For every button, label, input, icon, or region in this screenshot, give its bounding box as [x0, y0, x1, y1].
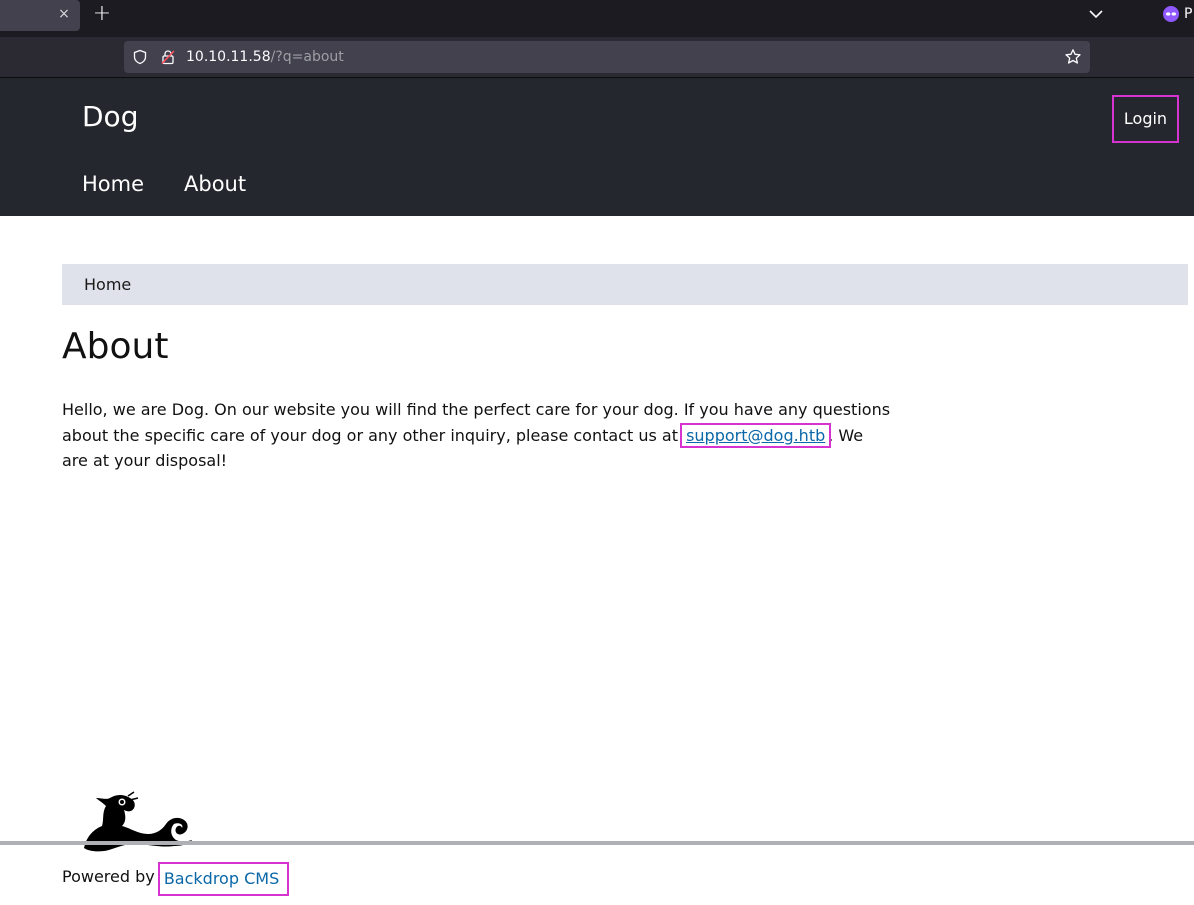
- url-host: 10.10.11.58: [186, 49, 271, 65]
- private-browsing-icon: [1163, 6, 1179, 22]
- site-header: Dog Login Home About: [0, 78, 1194, 216]
- site-name-link[interactable]: Dog: [82, 98, 138, 136]
- shield-icon[interactable]: [132, 49, 148, 65]
- url-text[interactable]: 10.10.11.58/?q=about: [186, 48, 344, 66]
- breadcrumb: Home: [62, 264, 1188, 305]
- backdrop-cms-link[interactable]: Backdrop CMS: [157, 862, 290, 896]
- private-browsing-label: P: [1184, 6, 1193, 22]
- browser-tab-bar: × + P: [0, 0, 1194, 37]
- powered-by: Powered by Backdrop CMS: [62, 862, 290, 896]
- url-path: /?q=about: [270, 49, 344, 65]
- menu-item-home[interactable]: Home: [82, 168, 144, 200]
- about-text: Hello, we are Dog. On our website you wi…: [62, 397, 892, 474]
- browser-tab[interactable]: ×: [0, 0, 80, 31]
- support-email-link[interactable]: support@dog.htb: [680, 422, 832, 448]
- browser-nav-bar: 10.10.11.58/?q=about: [0, 37, 1194, 78]
- close-tab-icon[interactable]: ×: [56, 5, 72, 23]
- main-menu: Home About: [82, 168, 286, 200]
- chevron-down-icon[interactable]: [1086, 4, 1106, 24]
- bookmark-star-icon[interactable]: [1064, 48, 1082, 66]
- breadcrumb-home-link[interactable]: Home: [84, 274, 131, 296]
- url-bar[interactable]: 10.10.11.58/?q=about: [124, 41, 1090, 73]
- powered-by-text: Powered by: [62, 867, 160, 886]
- menu-item-about[interactable]: About: [184, 168, 246, 200]
- footer-divider: [0, 841, 1194, 845]
- new-tab-button[interactable]: +: [92, 3, 112, 25]
- login-link[interactable]: Login: [1112, 95, 1179, 143]
- insecure-lock-icon[interactable]: [160, 49, 176, 65]
- page-title: About: [62, 326, 169, 367]
